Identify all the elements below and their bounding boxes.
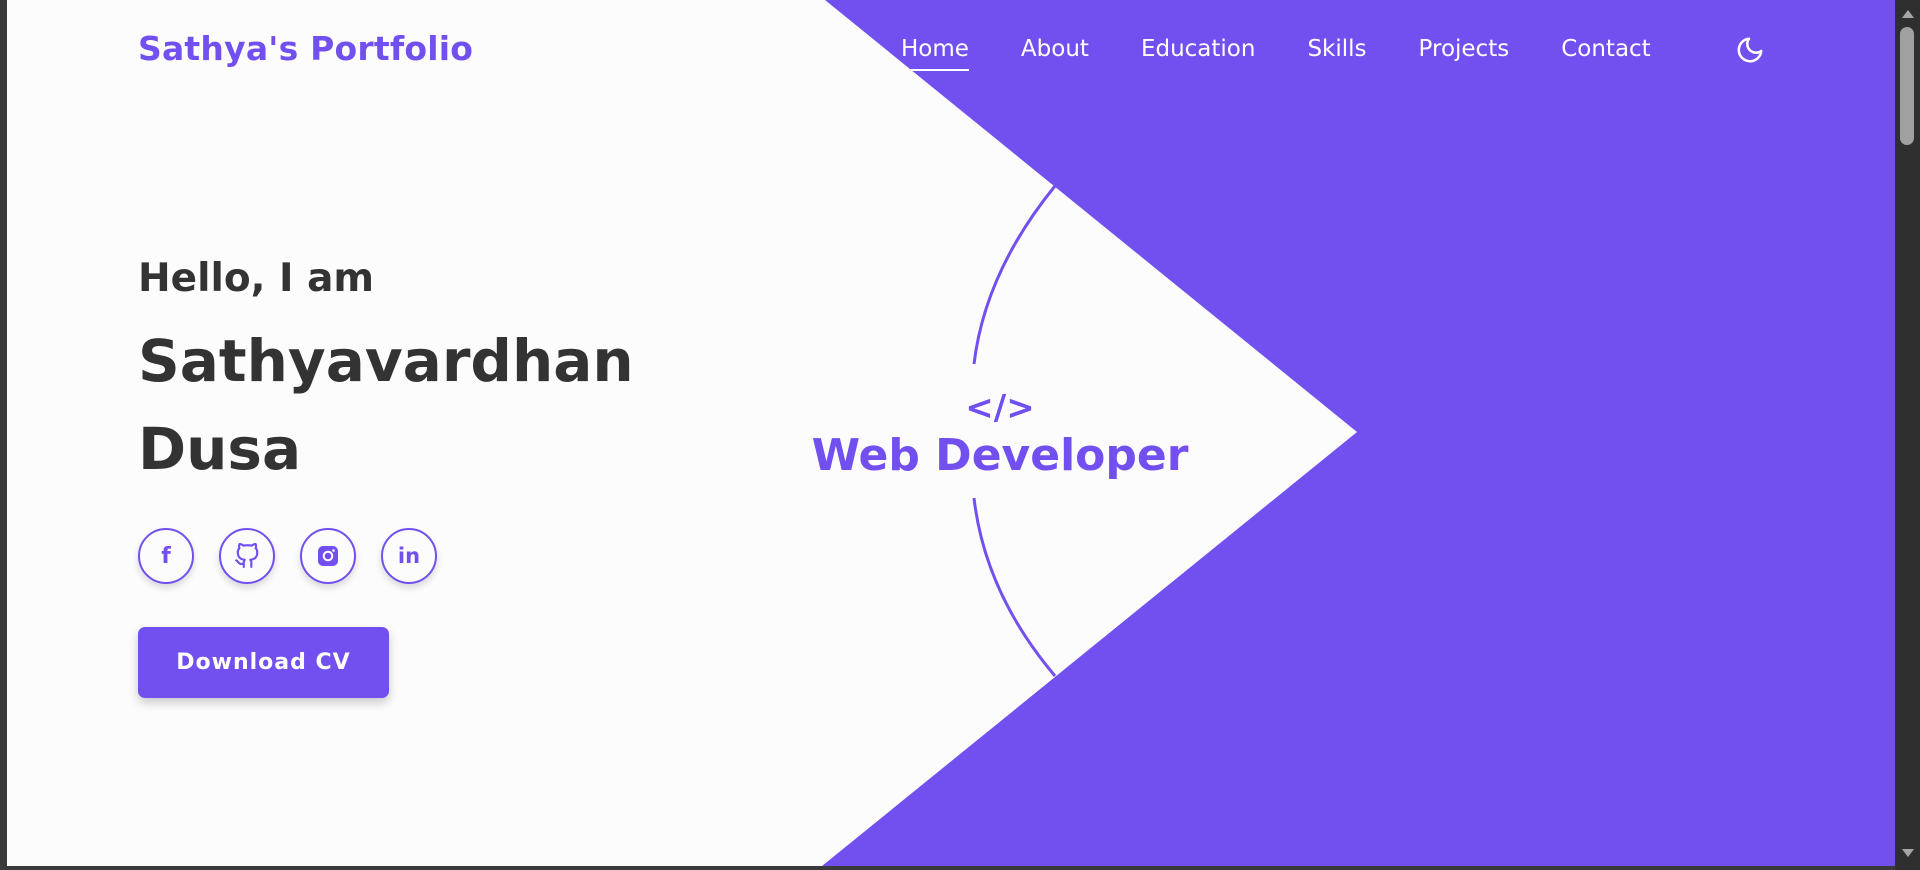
hero-name: Sathyavardhan Dusa — [138, 317, 634, 493]
linkedin-icon: in — [397, 544, 421, 568]
facebook-link[interactable]: f — [138, 528, 194, 584]
site-logo[interactable]: Sathya's Portfolio — [138, 29, 473, 68]
download-cv-button[interactable]: Download CV — [138, 627, 389, 698]
nav-link-projects[interactable]: Projects — [1419, 36, 1510, 71]
name-line-1: Sathyavardhan — [138, 327, 634, 395]
facebook-icon: f — [161, 543, 171, 569]
name-line-2: Dusa — [138, 415, 302, 483]
nav-link-home[interactable]: Home — [901, 36, 969, 71]
greeting-text: Hello, I am — [138, 256, 375, 301]
theme-toggle-button[interactable] — [1733, 33, 1767, 67]
github-icon — [234, 543, 260, 569]
role-display: </> Web Developer — [780, 388, 1220, 484]
github-link[interactable] — [219, 528, 275, 584]
navbar: Sathya's Portfolio Home About Education … — [7, 0, 1895, 104]
role-title: Web Developer — [811, 430, 1189, 481]
linkedin-link[interactable]: in — [381, 528, 437, 584]
nav-link-skills[interactable]: Skills — [1307, 36, 1366, 71]
instagram-icon — [316, 544, 340, 568]
vertical-scrollbar[interactable] — [1895, 0, 1920, 870]
instagram-link[interactable] — [300, 528, 356, 584]
nav-links: Home About Education Skills Projects Con… — [901, 36, 1651, 62]
page-viewport: Sathya's Portfolio Home About Education … — [7, 0, 1895, 866]
scroll-up-arrow-icon[interactable] — [1902, 10, 1914, 18]
scroll-down-arrow-icon[interactable] — [1902, 849, 1914, 857]
nav-link-about[interactable]: About — [1021, 36, 1089, 71]
scrollbar-thumb[interactable] — [1900, 27, 1914, 145]
social-links: f in — [138, 528, 437, 584]
hero-intro: Hello, I am Sathyavardhan Dusa — [138, 256, 634, 493]
code-icon: </> — [965, 388, 1035, 428]
nav-link-education[interactable]: Education — [1141, 36, 1256, 71]
nav-link-contact[interactable]: Contact — [1561, 36, 1650, 71]
moon-icon — [1737, 37, 1763, 63]
